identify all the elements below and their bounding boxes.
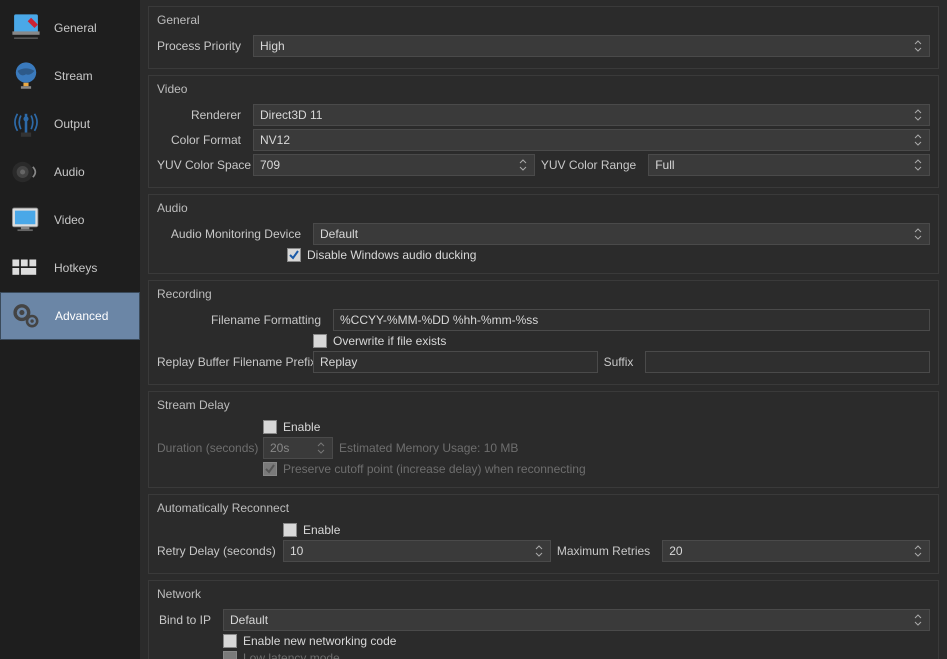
sidebar-item-output[interactable]: Output [0,100,140,148]
group-recording: Recording Filename Formatting %CCYY-%MM-… [148,280,939,385]
process-priority-select[interactable]: High [253,35,930,57]
replay-prefix-input[interactable]: Replay [313,351,598,373]
monitor-icon [6,200,46,240]
yuv-space-select[interactable]: 709 [253,154,535,176]
stepper-icon [518,156,532,174]
sidebar-item-video[interactable]: Video [0,196,140,244]
low-latency-label: Low latency mode [243,651,340,659]
stream-delay-enable-checkbox[interactable] [263,420,277,434]
suffix-label: Suffix [604,355,640,369]
disable-ducking-label: Disable Windows audio ducking [307,248,476,262]
stepper-icon [913,542,927,560]
sidebar-item-audio[interactable]: Audio [0,148,140,196]
max-retries-spinner[interactable]: 20 [662,540,930,562]
stepper-icon [913,225,927,243]
low-latency-checkbox[interactable] [223,651,237,659]
new-networking-label: Enable new networking code [243,634,396,648]
overwrite-label: Overwrite if file exists [333,334,446,348]
stepper-icon [913,131,927,149]
filename-formatting-label: Filename Formatting [157,313,327,327]
sidebar-item-label: Output [54,117,90,131]
duration-label: Duration (seconds) [157,441,257,455]
retry-delay-spinner[interactable]: 10 [283,540,551,562]
replay-prefix-label: Replay Buffer Filename Prefix [157,355,307,369]
speaker-icon [6,152,46,192]
reconnect-enable-label: Enable [303,523,340,537]
group-video: Video Renderer Direct3D 11 Color Format … [148,75,939,188]
overwrite-checkbox[interactable] [313,334,327,348]
sidebar-item-label: Hotkeys [54,261,97,275]
bind-ip-label: Bind to IP [157,613,217,627]
memory-usage-label: Estimated Memory Usage: 10 MB [339,441,524,455]
renderer-select[interactable]: Direct3D 11 [253,104,930,126]
retry-delay-label: Retry Delay (seconds) [157,544,277,558]
monitoring-device-select[interactable]: Default [313,223,930,245]
group-title: Stream Delay [157,396,930,414]
color-format-select[interactable]: NV12 [253,129,930,151]
antenna-icon [6,104,46,144]
yuv-range-label: YUV Color Range [541,158,642,172]
sidebar-item-label: General [54,21,97,35]
stepper-icon [913,37,927,55]
yuv-range-select[interactable]: Full [648,154,930,176]
group-network: Network Bind to IP Default Enable new ne… [148,580,939,659]
stepper-icon [913,156,927,174]
group-title: Audio [157,199,930,217]
settings-main: General Process Priority High Video Rend… [140,0,947,659]
wrench-icon [6,8,46,48]
group-general: General Process Priority High [148,6,939,69]
yuv-space-label: YUV Color Space [157,158,247,172]
group-audio: Audio Audio Monitoring Device Default Di… [148,194,939,274]
reconnect-enable-checkbox[interactable] [283,523,297,537]
suffix-input[interactable] [645,351,930,373]
stepper-icon [316,439,330,457]
stepper-icon [913,611,927,629]
gears-icon [7,296,47,336]
stepper-icon [913,106,927,124]
color-format-label: Color Format [157,133,247,147]
sidebar-item-advanced[interactable]: Advanced [0,292,140,340]
disable-ducking-checkbox[interactable] [287,248,301,262]
renderer-label: Renderer [157,108,247,122]
max-retries-label: Maximum Retries [557,544,656,558]
keyboard-icon [6,248,46,288]
group-title: Automatically Reconnect [157,499,930,517]
duration-spinner[interactable]: 20s [263,437,333,459]
process-priority-label: Process Priority [157,39,247,53]
new-networking-checkbox[interactable] [223,634,237,648]
sidebar-item-label: Stream [54,69,93,83]
stream-delay-enable-label: Enable [283,420,320,434]
sidebar-item-hotkeys[interactable]: Hotkeys [0,244,140,292]
group-title: Recording [157,285,930,303]
sidebar-item-label: Advanced [55,309,108,323]
preserve-cutoff-checkbox[interactable] [263,462,277,476]
preserve-cutoff-label: Preserve cutoff point (increase delay) w… [283,462,586,476]
globe-icon [6,56,46,96]
monitoring-device-label: Audio Monitoring Device [157,227,307,241]
settings-sidebar: General Stream Output Audio Video Hotkey… [0,0,140,659]
filename-formatting-input[interactable]: %CCYY-%MM-%DD %hh-%mm-%ss [333,309,930,331]
sidebar-item-label: Video [54,213,84,227]
sidebar-item-general[interactable]: General [0,4,140,52]
group-title: Network [157,585,930,603]
sidebar-item-stream[interactable]: Stream [0,52,140,100]
group-title: Video [157,80,930,98]
bind-ip-select[interactable]: Default [223,609,930,631]
group-stream-delay: Stream Delay Enable Duration (seconds) 2… [148,391,939,488]
group-title: General [157,11,930,29]
stepper-icon [534,542,548,560]
sidebar-item-label: Audio [54,165,85,179]
group-reconnect: Automatically Reconnect Enable Retry Del… [148,494,939,574]
